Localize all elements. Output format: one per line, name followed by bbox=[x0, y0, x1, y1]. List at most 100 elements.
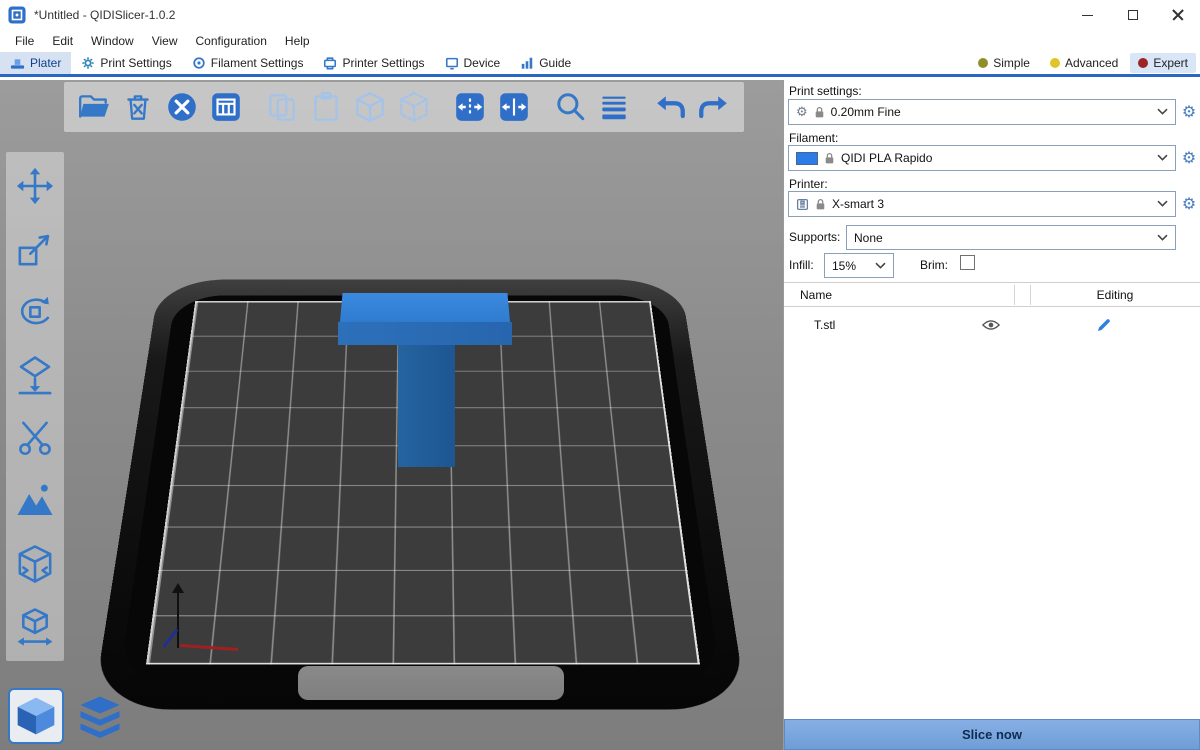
close-icon bbox=[1172, 9, 1184, 21]
brim-checkbox[interactable] bbox=[960, 255, 975, 270]
chevron-down-icon bbox=[1157, 200, 1168, 207]
lock-icon bbox=[824, 152, 835, 165]
delete-button[interactable] bbox=[116, 85, 160, 129]
variable-layer-height-button[interactable] bbox=[592, 85, 636, 129]
menu-view[interactable]: View bbox=[143, 32, 187, 50]
column-divider[interactable] bbox=[1014, 285, 1015, 305]
cut-tool-button[interactable] bbox=[9, 412, 61, 464]
menu-configuration[interactable]: Configuration bbox=[187, 32, 276, 50]
filament-gear-button[interactable]: ⚙ bbox=[1178, 150, 1200, 166]
view-cube-icon bbox=[14, 694, 58, 738]
close-button[interactable] bbox=[1155, 0, 1200, 30]
layer-height-icon bbox=[597, 90, 631, 124]
object-list: Name Editing T.stl bbox=[784, 282, 1200, 720]
slice-now-button[interactable]: Slice now bbox=[784, 719, 1200, 750]
chevron-down-icon bbox=[1157, 108, 1168, 115]
remove-instance-button[interactable] bbox=[392, 85, 436, 129]
open-folder-icon bbox=[77, 90, 111, 124]
printer-gear-button[interactable]: ⚙ bbox=[1178, 196, 1200, 212]
undo-arrow-icon bbox=[653, 90, 687, 124]
arrange-icon bbox=[209, 90, 243, 124]
z-axis-line bbox=[177, 592, 179, 648]
search-icon bbox=[553, 90, 587, 124]
split-to-objects-button[interactable] bbox=[448, 85, 492, 129]
supports-combo[interactable]: None bbox=[846, 225, 1176, 250]
filament-combo[interactable]: QIDI PLA Rapido bbox=[788, 145, 1176, 171]
arrange-button[interactable] bbox=[204, 85, 248, 129]
menu-bar: File Edit Window View Configuration Help bbox=[0, 30, 1200, 52]
mode-simple[interactable]: Simple bbox=[970, 53, 1038, 73]
delete-all-button[interactable] bbox=[160, 85, 204, 129]
scale-tool-button[interactable] bbox=[9, 223, 61, 275]
print-settings-icon bbox=[81, 56, 95, 70]
tab-print-settings[interactable]: Print Settings bbox=[71, 52, 181, 74]
expert-mode-dot-icon bbox=[1138, 58, 1148, 68]
print-settings-combo[interactable]: ⚙ 0.20mm Fine bbox=[788, 99, 1176, 125]
menu-help[interactable]: Help bbox=[276, 32, 319, 50]
mode-switcher: Simple Advanced Expert bbox=[970, 52, 1200, 74]
tab-device[interactable]: Device bbox=[435, 52, 511, 74]
redo-arrow-icon bbox=[697, 90, 731, 124]
paint-supports-icon bbox=[14, 480, 56, 522]
tab-label: Printer Settings bbox=[342, 56, 424, 70]
model-t-object[interactable] bbox=[338, 293, 513, 467]
measure-tool-button[interactable] bbox=[9, 601, 61, 653]
copy-button[interactable] bbox=[260, 85, 304, 129]
infill-combo[interactable]: 15% bbox=[824, 253, 894, 278]
print-settings-label: Print settings: bbox=[789, 84, 862, 98]
column-header-editing: Editing bbox=[1030, 288, 1200, 302]
tab-guide[interactable]: Guide bbox=[510, 52, 581, 74]
mode-label: Simple bbox=[993, 56, 1030, 70]
supports-value: None bbox=[854, 231, 883, 245]
search-button[interactable] bbox=[548, 85, 592, 129]
mode-advanced[interactable]: Advanced bbox=[1042, 53, 1126, 73]
visibility-toggle[interactable] bbox=[982, 319, 1000, 334]
print-settings-gear-button[interactable]: ⚙ bbox=[1178, 104, 1200, 120]
maximize-button[interactable] bbox=[1110, 0, 1155, 30]
tab-plater[interactable]: Plater bbox=[0, 52, 71, 74]
edit-object-button[interactable] bbox=[1096, 317, 1112, 336]
rotate-tool-button[interactable] bbox=[9, 286, 61, 338]
paste-button[interactable] bbox=[304, 85, 348, 129]
add-instance-cube-icon bbox=[353, 90, 387, 124]
filament-settings-icon bbox=[192, 56, 206, 70]
move-icon bbox=[14, 165, 56, 207]
menu-edit[interactable]: Edit bbox=[43, 32, 82, 50]
lock-icon bbox=[814, 106, 825, 119]
infill-label: Infill: bbox=[789, 258, 814, 272]
tab-filament-settings[interactable]: Filament Settings bbox=[182, 52, 314, 74]
add-instance-button[interactable] bbox=[348, 85, 392, 129]
redo-button[interactable] bbox=[692, 85, 736, 129]
place-on-face-tool-button[interactable] bbox=[9, 349, 61, 401]
mode-expert[interactable]: Expert bbox=[1130, 53, 1196, 73]
tab-bar: Plater Print Settings Filament Settings … bbox=[0, 52, 1200, 77]
3d-viewport[interactable] bbox=[0, 80, 784, 750]
object-list-header: Name Editing bbox=[784, 283, 1200, 307]
advanced-mode-dot-icon bbox=[1050, 58, 1060, 68]
printer-value: X-smart 3 bbox=[832, 197, 884, 211]
chevron-down-icon bbox=[875, 262, 886, 269]
rotate-icon bbox=[14, 291, 56, 333]
paint-supports-tool-button[interactable] bbox=[9, 475, 61, 527]
menu-window[interactable]: Window bbox=[82, 32, 143, 50]
window-title: *Untitled - QIDISlicer-1.0.2 bbox=[34, 8, 175, 22]
filament-value: QIDI PLA Rapido bbox=[841, 151, 932, 165]
object-list-row[interactable]: T.stl bbox=[784, 307, 1200, 343]
menu-file[interactable]: File bbox=[6, 32, 43, 50]
seam-tool-button[interactable] bbox=[9, 538, 61, 590]
tab-label: Guide bbox=[539, 56, 571, 70]
print-settings-value: 0.20mm Fine bbox=[831, 105, 901, 119]
3d-editor-view-button[interactable] bbox=[8, 688, 64, 744]
tab-label: Print Settings bbox=[100, 56, 171, 70]
scale-icon bbox=[14, 228, 56, 270]
minimize-button[interactable] bbox=[1065, 0, 1110, 30]
delete-all-icon bbox=[165, 90, 199, 124]
preview-button[interactable] bbox=[72, 688, 128, 744]
device-icon bbox=[445, 56, 459, 70]
move-tool-button[interactable] bbox=[9, 160, 61, 212]
tab-printer-settings[interactable]: Printer Settings bbox=[313, 52, 434, 74]
split-to-parts-button[interactable] bbox=[492, 85, 536, 129]
printer-combo[interactable]: X-smart 3 bbox=[788, 191, 1176, 217]
undo-button[interactable] bbox=[648, 85, 692, 129]
open-button[interactable] bbox=[72, 85, 116, 129]
